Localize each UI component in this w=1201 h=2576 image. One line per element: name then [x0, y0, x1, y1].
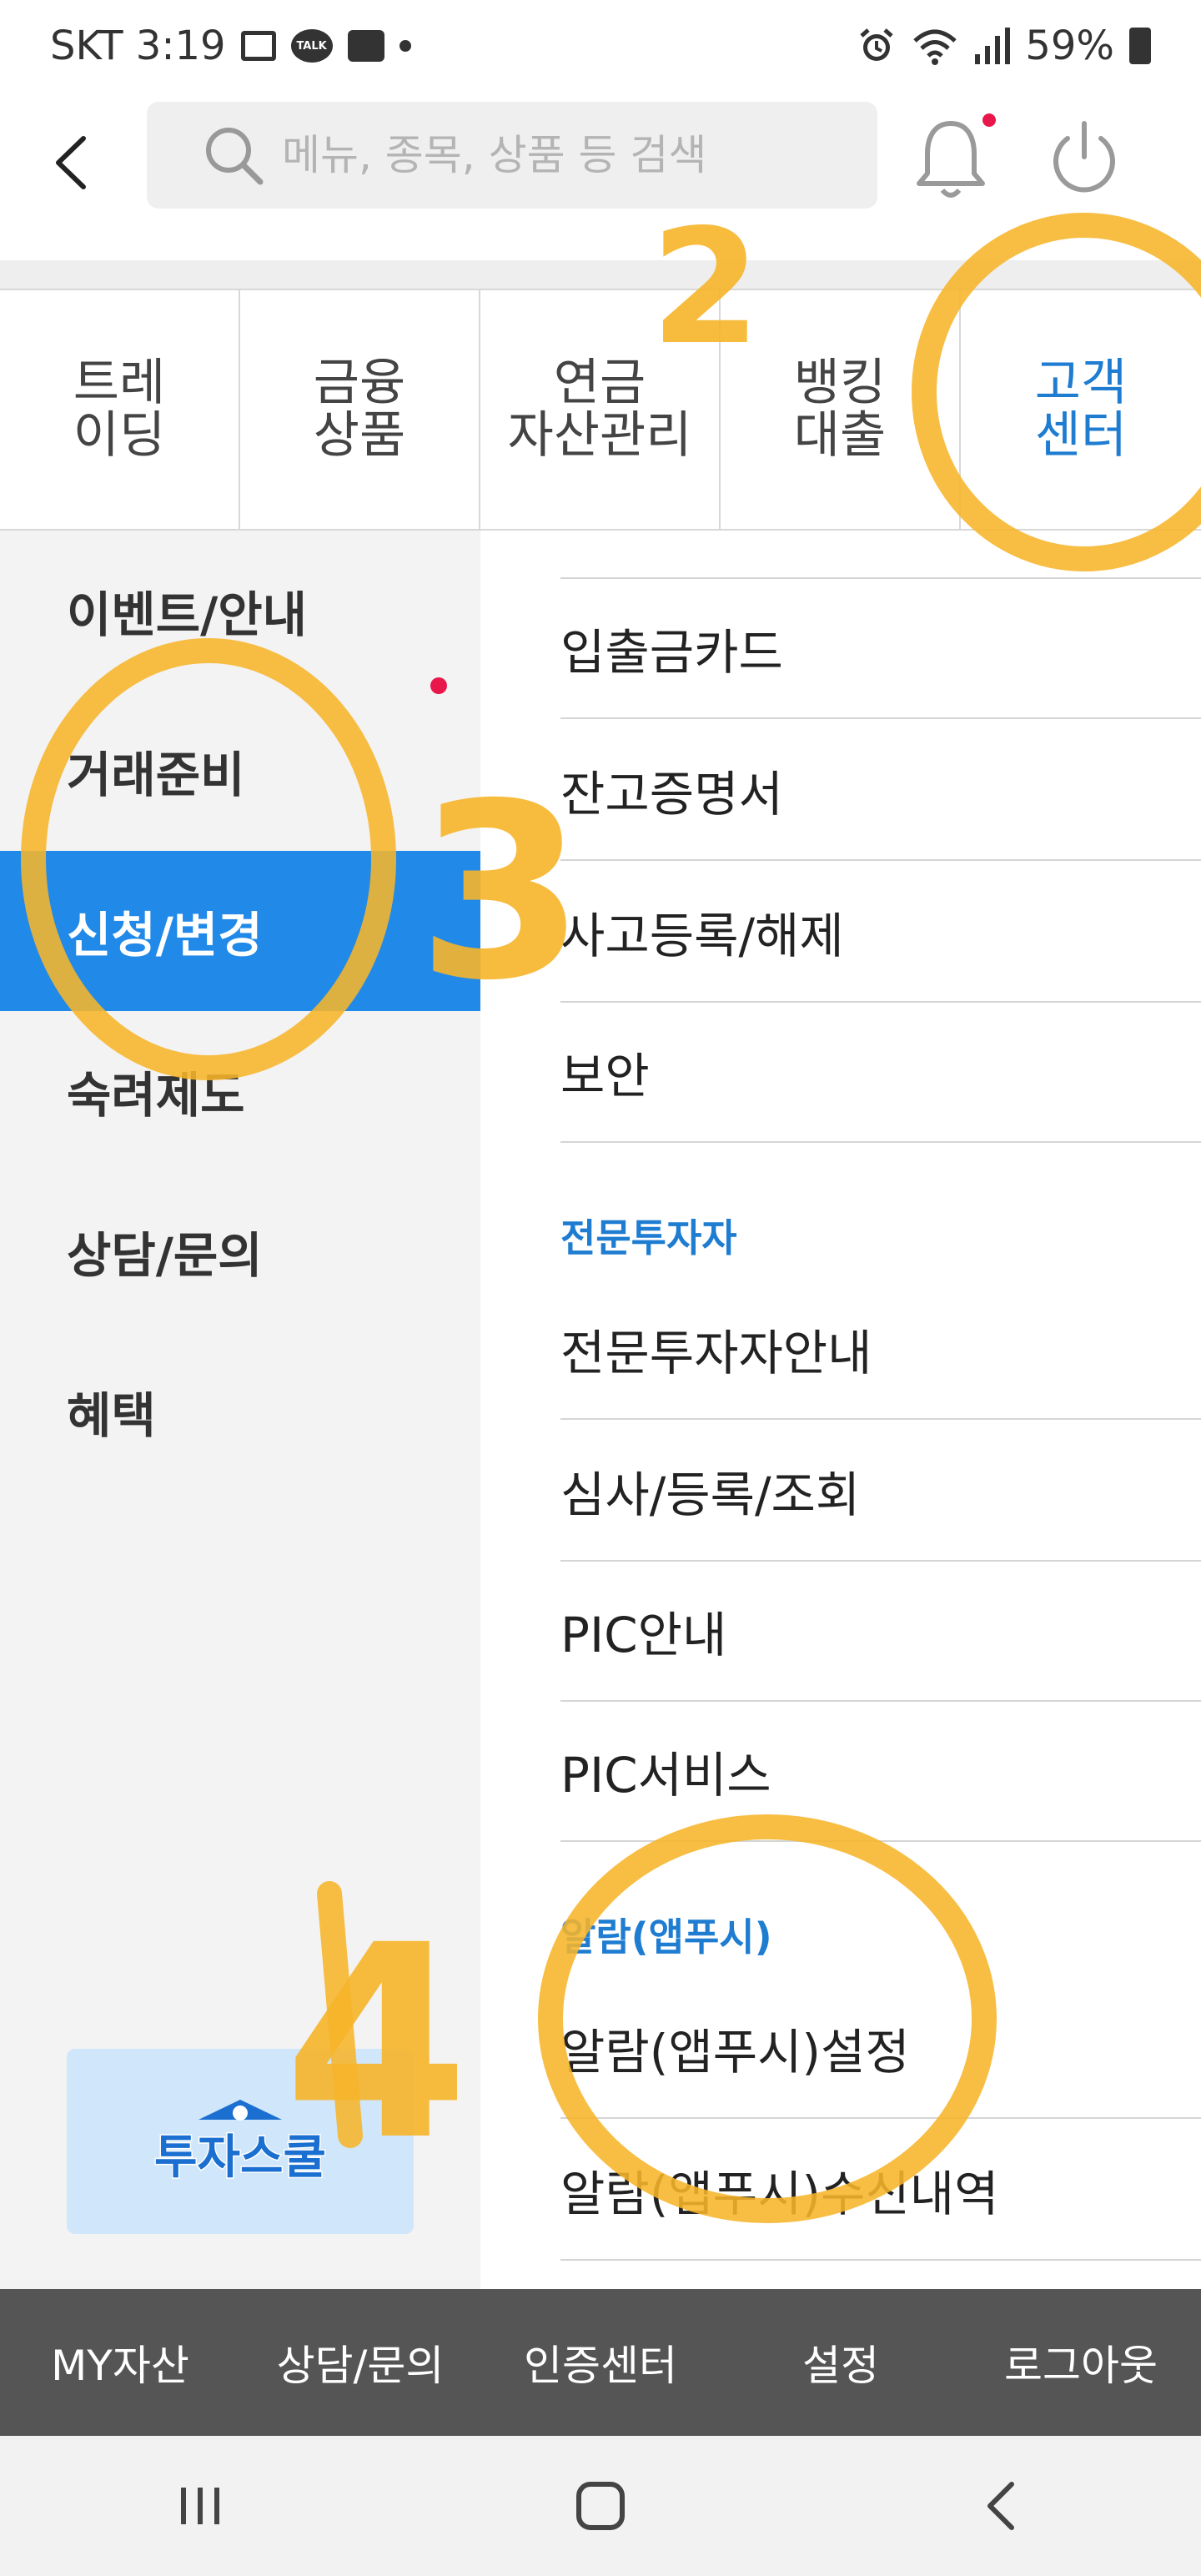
new-badge-dot	[430, 677, 447, 694]
submenu-list: 입출금카드 잔고증명서 사고등록/해제 보안 전문투자자 전문투자자안내 심사/…	[480, 531, 1201, 2289]
left-menu-item[interactable]: 이벤트/안내	[0, 531, 480, 691]
list-item[interactable]: 전문투자자안내	[560, 1280, 1201, 1420]
bottom-certificate-center[interactable]: 인증센터	[480, 2332, 721, 2392]
back-icon	[987, 2482, 1014, 2530]
chevron-left-icon	[56, 136, 86, 189]
recent-apps-button[interactable]	[150, 2464, 250, 2548]
gallery-icon	[240, 31, 276, 61]
header-divider	[0, 260, 1201, 289]
left-menu-item[interactable]: 상담/문의	[0, 1171, 480, 1331]
alarm-icon	[860, 28, 893, 61]
header	[0, 92, 1201, 259]
notification-dot	[982, 113, 996, 127]
search-icon	[206, 128, 264, 185]
left-menu-item[interactable]: 거래준비	[0, 691, 480, 851]
list-item[interactable]: 보안	[560, 1003, 1201, 1143]
home-icon	[576, 2482, 625, 2530]
investment-school-banner[interactable]: 투자스쿨	[67, 2049, 414, 2234]
signal-icon	[975, 28, 1011, 64]
battery-icon	[1129, 28, 1151, 64]
bottom-settings[interactable]: 설정	[721, 2332, 961, 2392]
recent-apps-icon	[181, 2488, 219, 2524]
list-item[interactable]: 사고등록/해제	[560, 863, 1201, 1003]
list-item[interactable]: 잔고증명서	[560, 721, 1201, 861]
bottom-consult[interactable]: 상담/문의	[240, 2332, 480, 2392]
more-notifications-icon	[399, 40, 411, 52]
left-menu-item[interactable]: 숙려제도	[0, 1011, 480, 1171]
battery-percent: 59%	[1025, 23, 1114, 69]
kakaotalk-icon: TALK	[290, 29, 333, 63]
home-button[interactable]	[550, 2464, 651, 2548]
list-item[interactable]: 심사/등록/조회	[560, 1421, 1201, 1562]
list-item[interactable]: 알람(앱푸시)수신내역	[560, 2121, 1201, 2261]
section-title: 전문투자자	[560, 1215, 737, 1260]
tab-financial-products[interactable]: 금융 상품	[240, 290, 480, 529]
category-tabs: 트레 이딩 금융 상품 연금 자산관리 뱅킹 대출 고객 센터	[0, 289, 1201, 531]
system-back-button[interactable]	[951, 2464, 1051, 2548]
investment-school-logo: 투자스쿨	[153, 2100, 328, 2186]
left-menu: 이벤트/안내 거래준비 신청/변경 숙려제도 상담/문의 혜택 투자스쿨	[0, 531, 480, 2289]
tab-trading[interactable]: 트레 이딩	[0, 290, 240, 529]
search-input[interactable]	[282, 131, 816, 179]
investment-school-label: 투자스쿨	[154, 2131, 326, 2185]
bottom-menu-bar: MY자산 상담/문의 인증센터 설정 로그아웃	[0, 2289, 1201, 2436]
bottom-logout[interactable]: 로그아웃	[961, 2332, 1201, 2392]
message-icon	[347, 30, 384, 62]
notification-bell-icon[interactable]	[909, 112, 992, 204]
bottom-my-assets[interactable]: MY자산	[0, 2332, 240, 2392]
list-item[interactable]: PIC안내	[560, 1562, 1201, 1702]
wifi-icon	[913, 29, 957, 65]
system-nav-bar	[0, 2436, 1201, 2576]
carrier-time: SKT 3:19	[50, 23, 226, 69]
tab-banking[interactable]: 뱅킹 대출	[721, 290, 961, 529]
back-button[interactable]	[42, 125, 100, 200]
search-bar[interactable]	[147, 102, 877, 209]
left-menu-item[interactable]: 혜택	[0, 1331, 480, 1492]
list-item[interactable]: 알람(앱푸시)설정	[560, 1979, 1201, 2119]
section-title: 알람(앱푸시)	[560, 1914, 772, 1960]
list-item[interactable]: 입출금카드	[560, 579, 1201, 719]
status-bar: SKT 3:19 TALK 59%	[0, 0, 1201, 92]
tab-customer-center[interactable]: 고객 센터	[961, 290, 1201, 529]
tab-pension[interactable]: 연금 자산관리	[480, 290, 721, 529]
left-menu-item-active[interactable]: 신청/변경	[0, 851, 480, 1011]
power-icon[interactable]	[1043, 117, 1126, 200]
list-item[interactable]: PIC서비스	[560, 1702, 1201, 1842]
